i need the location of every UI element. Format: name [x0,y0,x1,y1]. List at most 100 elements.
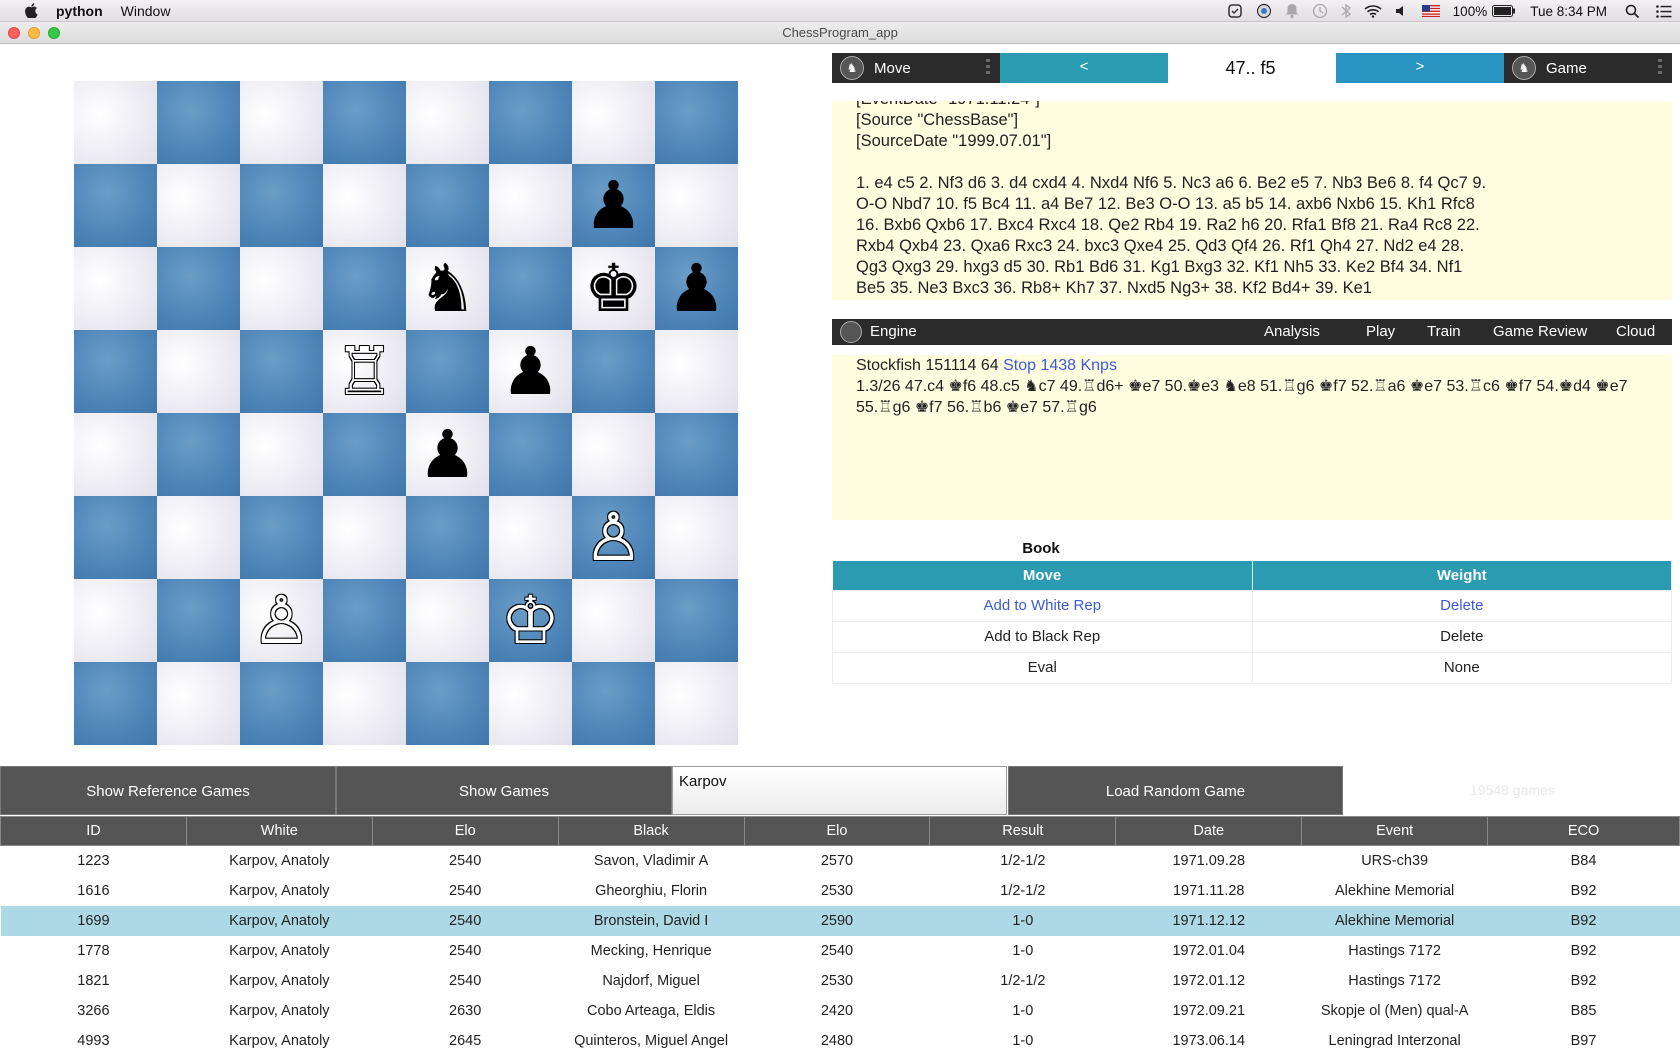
add-to-black-rep-cell[interactable]: Add to Black Rep [832,620,1253,653]
us-flag-icon[interactable] [1421,5,1440,17]
volume-icon[interactable] [1395,4,1409,18]
game-row[interactable]: 3266 Karpov, Anatoly 2630 Cobo Arteaga, Eld… [1,996,1680,1026]
board-square-e2[interactable] [406,579,489,662]
tab-cloud[interactable]: Cloud [1616,319,1655,345]
games-header-eco[interactable]: ECO [1487,816,1680,846]
board-square-d1[interactable] [323,662,406,745]
games-header-date[interactable]: Date [1115,816,1303,846]
games-header-result[interactable]: Result [929,816,1117,846]
browser-icon[interactable] [1256,3,1272,19]
grip-handle-icon[interactable] [1658,59,1662,77]
board-square-b5[interactable] [157,330,240,413]
board-square-b8[interactable] [157,81,240,164]
game-row[interactable]: 1616 Karpov, Anatoly 2540 Gheorghiu, Florin… [1,876,1680,906]
board-square-g4[interactable] [572,413,655,496]
black-king-g6[interactable]: ♚ [572,247,655,330]
next-move-button[interactable]: > [1336,53,1504,83]
board-square-b2[interactable] [157,579,240,662]
board-square-b7[interactable] [157,164,240,247]
board-square-d6[interactable] [323,247,406,330]
show-reference-games-button[interactable]: Show Reference Games [0,766,336,815]
board-square-g5[interactable] [572,330,655,413]
clock[interactable]: Tue 8:34 PM [1530,4,1607,19]
tab-train[interactable]: Train [1427,319,1461,345]
board-square-f7[interactable] [489,164,572,247]
apple-icon[interactable] [20,3,42,18]
board-square-g8[interactable] [572,81,655,164]
board-square-c7[interactable] [240,164,323,247]
board-square-a1[interactable] [74,662,157,745]
bluetooth-icon[interactable] [1341,3,1351,19]
board-square-f8[interactable] [489,81,572,164]
board-square-a8[interactable] [74,81,157,164]
board-square-b4[interactable] [157,413,240,496]
board-square-b6[interactable] [157,247,240,330]
zoom-window-button[interactable] [48,27,60,39]
board-square-b3[interactable] [157,496,240,579]
sync-icon[interactable] [1227,3,1243,19]
black-knight-e6[interactable]: ♞ [406,247,489,330]
game-row[interactable]: 1699 Karpov, Anatoly 2540 Bronstein, David … [0,905,1680,936]
games-header-elo[interactable]: Elo [743,816,931,846]
games-header-id[interactable]: ID [0,816,187,846]
menu-window[interactable]: Window [121,3,171,19]
board-square-h5[interactable] [655,330,738,413]
previous-move-button[interactable]: < [1000,53,1168,83]
game-tab[interactable]: ♞ Game [1504,53,1672,83]
pgn-text-area[interactable]: [EventDate "1971.11.24"] [Source "ChessB… [832,101,1672,300]
games-header-white[interactable]: White [185,816,373,846]
board-square-a4[interactable] [74,413,157,496]
grip-handle-icon[interactable] [986,59,990,77]
board-square-f3[interactable] [489,496,572,579]
board-square-e8[interactable] [406,81,489,164]
wifi-icon[interactable] [1364,4,1382,18]
games-header-event[interactable]: Event [1301,816,1489,846]
game-row[interactable]: 1223 Karpov, Anatoly 2540 Savon, Vladimir A… [1,846,1680,876]
board-square-c1[interactable] [240,662,323,745]
board-square-f4[interactable] [489,413,572,496]
chess-board[interactable]: ♟ ♞ ♚ ♟ ♖ ♟ ♟ ♙ ♙ ♔ [74,81,738,745]
load-random-game-button[interactable]: Load Random Game [1008,766,1343,815]
board-square-h1[interactable] [655,662,738,745]
games-header-black[interactable]: Black [557,816,745,846]
tab-analysis[interactable]: Analysis [1264,319,1320,345]
board-square-c3[interactable] [240,496,323,579]
minimize-window-button[interactable] [28,27,40,39]
add-to-white-rep-link[interactable]: Add to White Rep [832,589,1253,622]
board-square-c6[interactable] [240,247,323,330]
game-row[interactable]: 1778 Karpov, Anatoly 2540 Mecking, Henrique… [1,936,1680,966]
tab-game-review[interactable]: Game Review [1493,319,1587,345]
game-row[interactable]: 1821 Karpov, Anatoly 2540 Najdorf, Miguel 25… [1,966,1680,996]
tab-play[interactable]: Play [1366,319,1395,345]
board-square-e3[interactable] [406,496,489,579]
board-square-c8[interactable] [240,81,323,164]
board-square-f6[interactable] [489,247,572,330]
board-square-a3[interactable] [74,496,157,579]
book-header-move[interactable]: Move [832,561,1253,590]
board-square-a2[interactable] [74,579,157,662]
board-square-d4[interactable] [323,413,406,496]
stop-engine-link[interactable]: Stop 1438 Knps [1003,357,1117,374]
games-header-elo[interactable]: Elo [371,816,559,846]
board-square-e1[interactable] [406,662,489,745]
board-square-d2[interactable] [323,579,406,662]
book-header-weight[interactable]: Weight [1252,561,1672,590]
board-square-d8[interactable] [323,81,406,164]
game-row[interactable]: 4993 Karpov, Anatoly 2645 Quinteros, Miguel… [1,1026,1680,1056]
spotlight-search-icon[interactable] [1625,4,1640,19]
board-square-e7[interactable] [406,164,489,247]
notification-icon[interactable] [1285,3,1299,19]
notification-center-icon[interactable] [1656,4,1672,18]
player-search-input[interactable]: Karpov [672,766,1007,815]
board-square-e5[interactable] [406,330,489,413]
black-pawn-f5[interactable]: ♟ [489,330,572,413]
board-square-d7[interactable] [323,164,406,247]
menu-app-name[interactable]: python [56,3,103,19]
white-rook-d5[interactable]: ♖ [323,330,406,413]
black-pawn-g7[interactable]: ♟ [572,164,655,247]
board-square-c4[interactable] [240,413,323,496]
black-pawn-e4[interactable]: ♟ [406,413,489,496]
time-machine-icon[interactable] [1312,3,1328,19]
white-pawn-c2[interactable]: ♙ [240,579,323,662]
board-square-a7[interactable] [74,164,157,247]
